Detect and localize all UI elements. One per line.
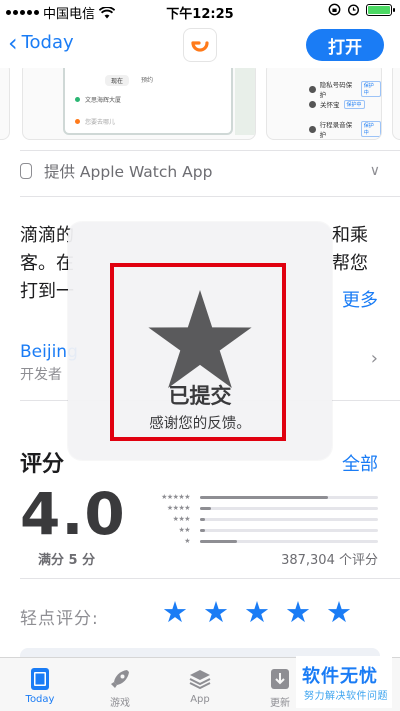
tap-to-rate-label: 轻点评分: <box>20 609 99 629</box>
apple-watch-row[interactable]: 提供 Apple Watch App ∨ <box>20 154 380 188</box>
rate-star-icon[interactable]: ★ <box>285 596 311 628</box>
watermark-title: 软件无忧 <box>302 666 378 687</box>
back-button[interactable]: ‹ Today <box>8 28 74 57</box>
tab-apps[interactable]: App <box>160 666 240 705</box>
care-icon <box>309 100 316 108</box>
screenshot-row: 关怀宝 保护中 <box>309 99 365 109</box>
download-icon <box>271 669 289 689</box>
rating-bar-fill <box>200 529 206 532</box>
status-right <box>328 3 395 16</box>
screenshot-thumb[interactable] <box>392 68 400 140</box>
rating-bar <box>200 529 378 532</box>
watermark-subtitle: 努力解决软件问题 <box>304 691 388 702</box>
screenshot-row-label: 行程录音保护 <box>319 121 353 139</box>
rating-distribution-row: ★★★★★ <box>140 492 380 503</box>
apple-watch-icon <box>20 163 32 179</box>
screenshot-thumb[interactable] <box>0 68 10 140</box>
description-fragment: 和乘 <box>332 225 368 246</box>
row-stars-label: ★ <box>184 537 190 545</box>
back-label: Today <box>21 32 74 53</box>
screenshot-row-label: 关怀宝 <box>320 101 340 109</box>
today-icon <box>31 668 49 690</box>
phone-shield-icon <box>309 85 316 93</box>
row-stars-label: ★★★★ <box>166 504 191 512</box>
see-all-link[interactable]: 全部 <box>342 450 378 476</box>
screenshot-row: 行程录音保护 保护中 <box>309 119 381 139</box>
pin-icon <box>75 119 80 124</box>
status-bar: 中国电信 下午12:25 <box>0 0 400 22</box>
tab-today[interactable]: Today <box>0 666 80 705</box>
more-link[interactable]: 更多 <box>342 286 378 312</box>
screenshot-tab: 预约 <box>141 77 154 84</box>
alarm-icon <box>347 4 360 16</box>
rating-distribution-row: ★★★ <box>140 514 380 525</box>
chevron-left-icon: ‹ <box>8 28 18 57</box>
apple-watch-label: 提供 Apple Watch App <box>44 163 213 181</box>
open-button[interactable]: 打开 <box>306 29 384 61</box>
record-icon <box>309 125 316 133</box>
screenshot-tabs: 现在 预约 <box>105 75 153 86</box>
rating-bar <box>200 540 378 543</box>
rating-bar-fill <box>200 507 211 510</box>
rating-bar <box>200 518 378 521</box>
nav-bar: ‹ Today 打开 <box>0 22 400 68</box>
description-fragment: 帮您 <box>332 253 368 274</box>
didi-logo-icon <box>191 41 209 52</box>
divider <box>20 196 400 197</box>
screenshot-map <box>235 68 255 135</box>
tab-label: Today <box>25 694 55 705</box>
ratings-title: 评分 <box>20 452 65 477</box>
status-tag: 保护中 <box>343 99 365 109</box>
tab-label: App <box>190 694 210 705</box>
rating-bar-fill <box>200 518 206 521</box>
rate-star-icon[interactable]: ★ <box>244 596 270 628</box>
rate-star-icon[interactable]: ★ <box>203 596 229 628</box>
screenshot-carousel[interactable]: 现在 预约 文思海辉大厦 您要去哪儿 隐私号码保护 保护中 关怀宝 保护中 行程录音… <box>0 68 400 146</box>
rating-bar <box>200 496 378 499</box>
screenshot-row: 文思海辉大厦 <box>75 95 121 104</box>
status-tag: 保护中 <box>360 81 381 97</box>
divider <box>20 150 400 151</box>
developer-label: 开发者 <box>20 367 62 383</box>
screenshot-row: 隐私号码保护 保护中 <box>309 79 381 99</box>
screenshot-row-label: 隐私号码保护 <box>319 81 353 99</box>
rating-distribution: ★★★★★ ★★★★ ★★★ ★★ ★ <box>140 492 380 547</box>
screenshot-row-label: 文思海辉大厦 <box>85 97 122 104</box>
screenshot-thumb[interactable]: 隐私号码保护 保护中 关怀宝 保护中 行程录音保护 保护中 <box>266 68 382 140</box>
watermark: 软件无忧 努力解决软件问题 <box>296 656 392 708</box>
screenshot-thumb[interactable]: 现在 预约 文思海辉大厦 您要去哪儿 <box>22 68 256 140</box>
chevron-down-icon: ∨ <box>369 163 380 179</box>
rating-distribution-row: ★★★★ <box>140 503 380 514</box>
screenshot-row-label: 您要去哪儿 <box>85 119 116 126</box>
screenshot-row: 您要去哪儿 <box>75 117 115 126</box>
row-stars-label: ★★★ <box>172 515 191 523</box>
rocket-icon <box>111 670 129 688</box>
battery-icon <box>366 3 395 16</box>
rating-distribution-row: ★ <box>140 536 380 547</box>
highlight-frame <box>110 263 286 441</box>
rating-count: 387,304 个评分 <box>281 553 378 568</box>
rating-distribution-row: ★★ <box>140 525 380 536</box>
tap-to-rate-stars[interactable]: ★ ★ ★ ★ ★ <box>162 596 352 628</box>
screenshot-phone: 现在 预约 文思海辉大厦 您要去哪儿 <box>63 68 233 135</box>
divider <box>20 578 400 579</box>
layers-icon <box>189 670 211 690</box>
row-stars-label: ★★ <box>178 526 190 534</box>
tab-games[interactable]: 游戏 <box>80 666 160 709</box>
rating-bar-fill <box>200 540 238 543</box>
rating-bar <box>200 507 378 510</box>
app-icon <box>183 28 217 62</box>
tab-label: 游戏 <box>110 698 130 709</box>
rating-score: 4.0 <box>20 480 126 548</box>
screenshot-tab: 现在 <box>105 75 130 86</box>
status-tag: 保护中 <box>360 121 381 137</box>
rating-bar-fill <box>200 496 329 499</box>
row-stars-label: ★★★★★ <box>161 493 190 501</box>
chevron-right-icon[interactable]: › <box>371 348 378 369</box>
pin-icon <box>75 97 80 102</box>
rate-star-icon[interactable]: ★ <box>162 596 188 628</box>
rate-star-icon[interactable]: ★ <box>326 596 352 628</box>
rotation-lock-icon <box>328 3 341 16</box>
rating-out-of: 满分 5 分 <box>38 553 96 568</box>
